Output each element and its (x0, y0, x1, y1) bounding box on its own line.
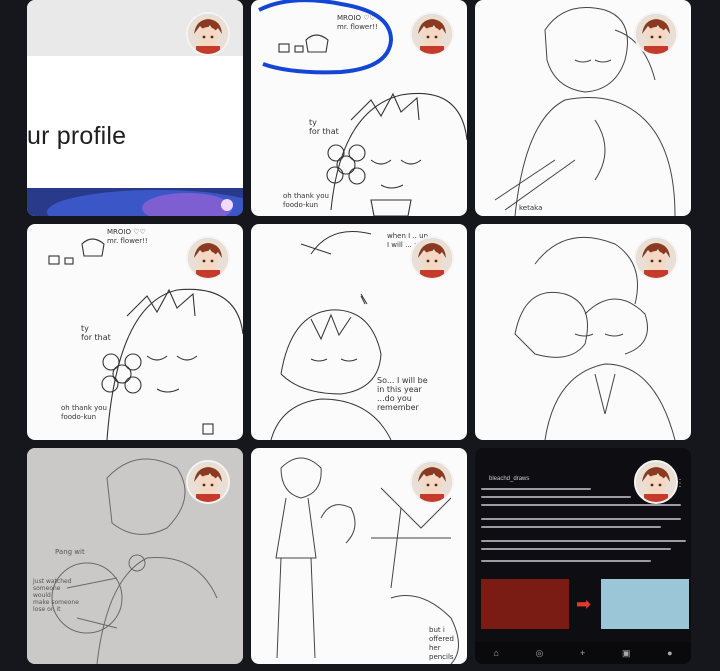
gallery-tile-2[interactable]: ty for that oh thank you foodo-kun MROIO… (251, 0, 467, 216)
handwriting-sign: MROIO ♡♡ mr. flower!! (337, 14, 378, 31)
add-icon[interactable]: + (580, 648, 585, 658)
post-text-line (481, 504, 681, 506)
avatar[interactable] (634, 12, 678, 56)
post-bottom-nav: ⌂ ◎ + ▣ ● (475, 642, 691, 664)
avatar[interactable] (410, 236, 454, 280)
avatar[interactable] (634, 236, 678, 280)
arrow-right-icon: ➡ (576, 594, 592, 614)
post-image-after[interactable] (601, 579, 689, 629)
gallery-tile-9[interactable]: bleachd_draws ⋮ ➡ ⌂ ◎ + ▣ ● (475, 448, 691, 664)
post-text-line (481, 488, 591, 490)
inbox-icon[interactable]: ▣ (622, 648, 631, 659)
gallery-tile-7[interactable]: Pang wit Just watched someone would make… (27, 448, 243, 664)
post-text-line (481, 560, 651, 562)
post-text-line (481, 548, 671, 550)
handwriting-sign: MROIO ♡♡ mr. flower!! (107, 228, 148, 245)
gallery-tile-4[interactable]: ty for that oh thank you foodo-kun MROIO… (27, 224, 243, 440)
handwriting-note: but i offered her pencils (429, 626, 454, 661)
avatar[interactable] (186, 12, 230, 56)
handwriting-label: Pang wit (55, 548, 85, 556)
post-author-name: bleachd_draws (489, 476, 530, 482)
gallery-tile-8[interactable]: but i offered her pencils (251, 448, 467, 664)
avatar[interactable] (410, 460, 454, 504)
handwriting-thanks: ty for that (309, 118, 339, 136)
profile-icon[interactable]: ● (667, 648, 672, 658)
post-text-line (481, 496, 631, 498)
home-icon[interactable]: ⌂ (493, 648, 498, 658)
gallery-tile-3[interactable]: ketaka (475, 0, 691, 216)
avatar[interactable] (410, 12, 454, 56)
avatar[interactable] (186, 236, 230, 280)
profile-caption-text: ur profile (27, 122, 127, 150)
handwriting-note: oh thank you foodo-kun (283, 192, 329, 209)
gallery-tile-5[interactable]: So... I will be in this year ...do you r… (251, 224, 467, 440)
handwriting-thanks: ty for that (81, 324, 111, 342)
gallery-tile-6[interactable] (475, 224, 691, 440)
post-image-before[interactable] (481, 579, 569, 629)
post-text-line (481, 526, 661, 528)
avatar[interactable] (634, 460, 678, 504)
post-text-line (481, 540, 686, 542)
handwriting-dialogue: So... I will be in this year ...do you r… (377, 376, 428, 412)
gallery-tile-1[interactable]: ur profile (27, 0, 243, 216)
handwriting-note: Just watched someone would make someone … (33, 578, 79, 613)
post-text-line (481, 518, 681, 520)
handwriting-note: oh thank you foodo-kun (61, 404, 107, 421)
avatar[interactable] (186, 460, 230, 504)
discover-icon[interactable]: ◎ (535, 648, 543, 659)
handwriting-signature: ketaka (519, 204, 543, 212)
image-gallery-grid: ur profile ty for that oh thank you food… (0, 0, 720, 671)
